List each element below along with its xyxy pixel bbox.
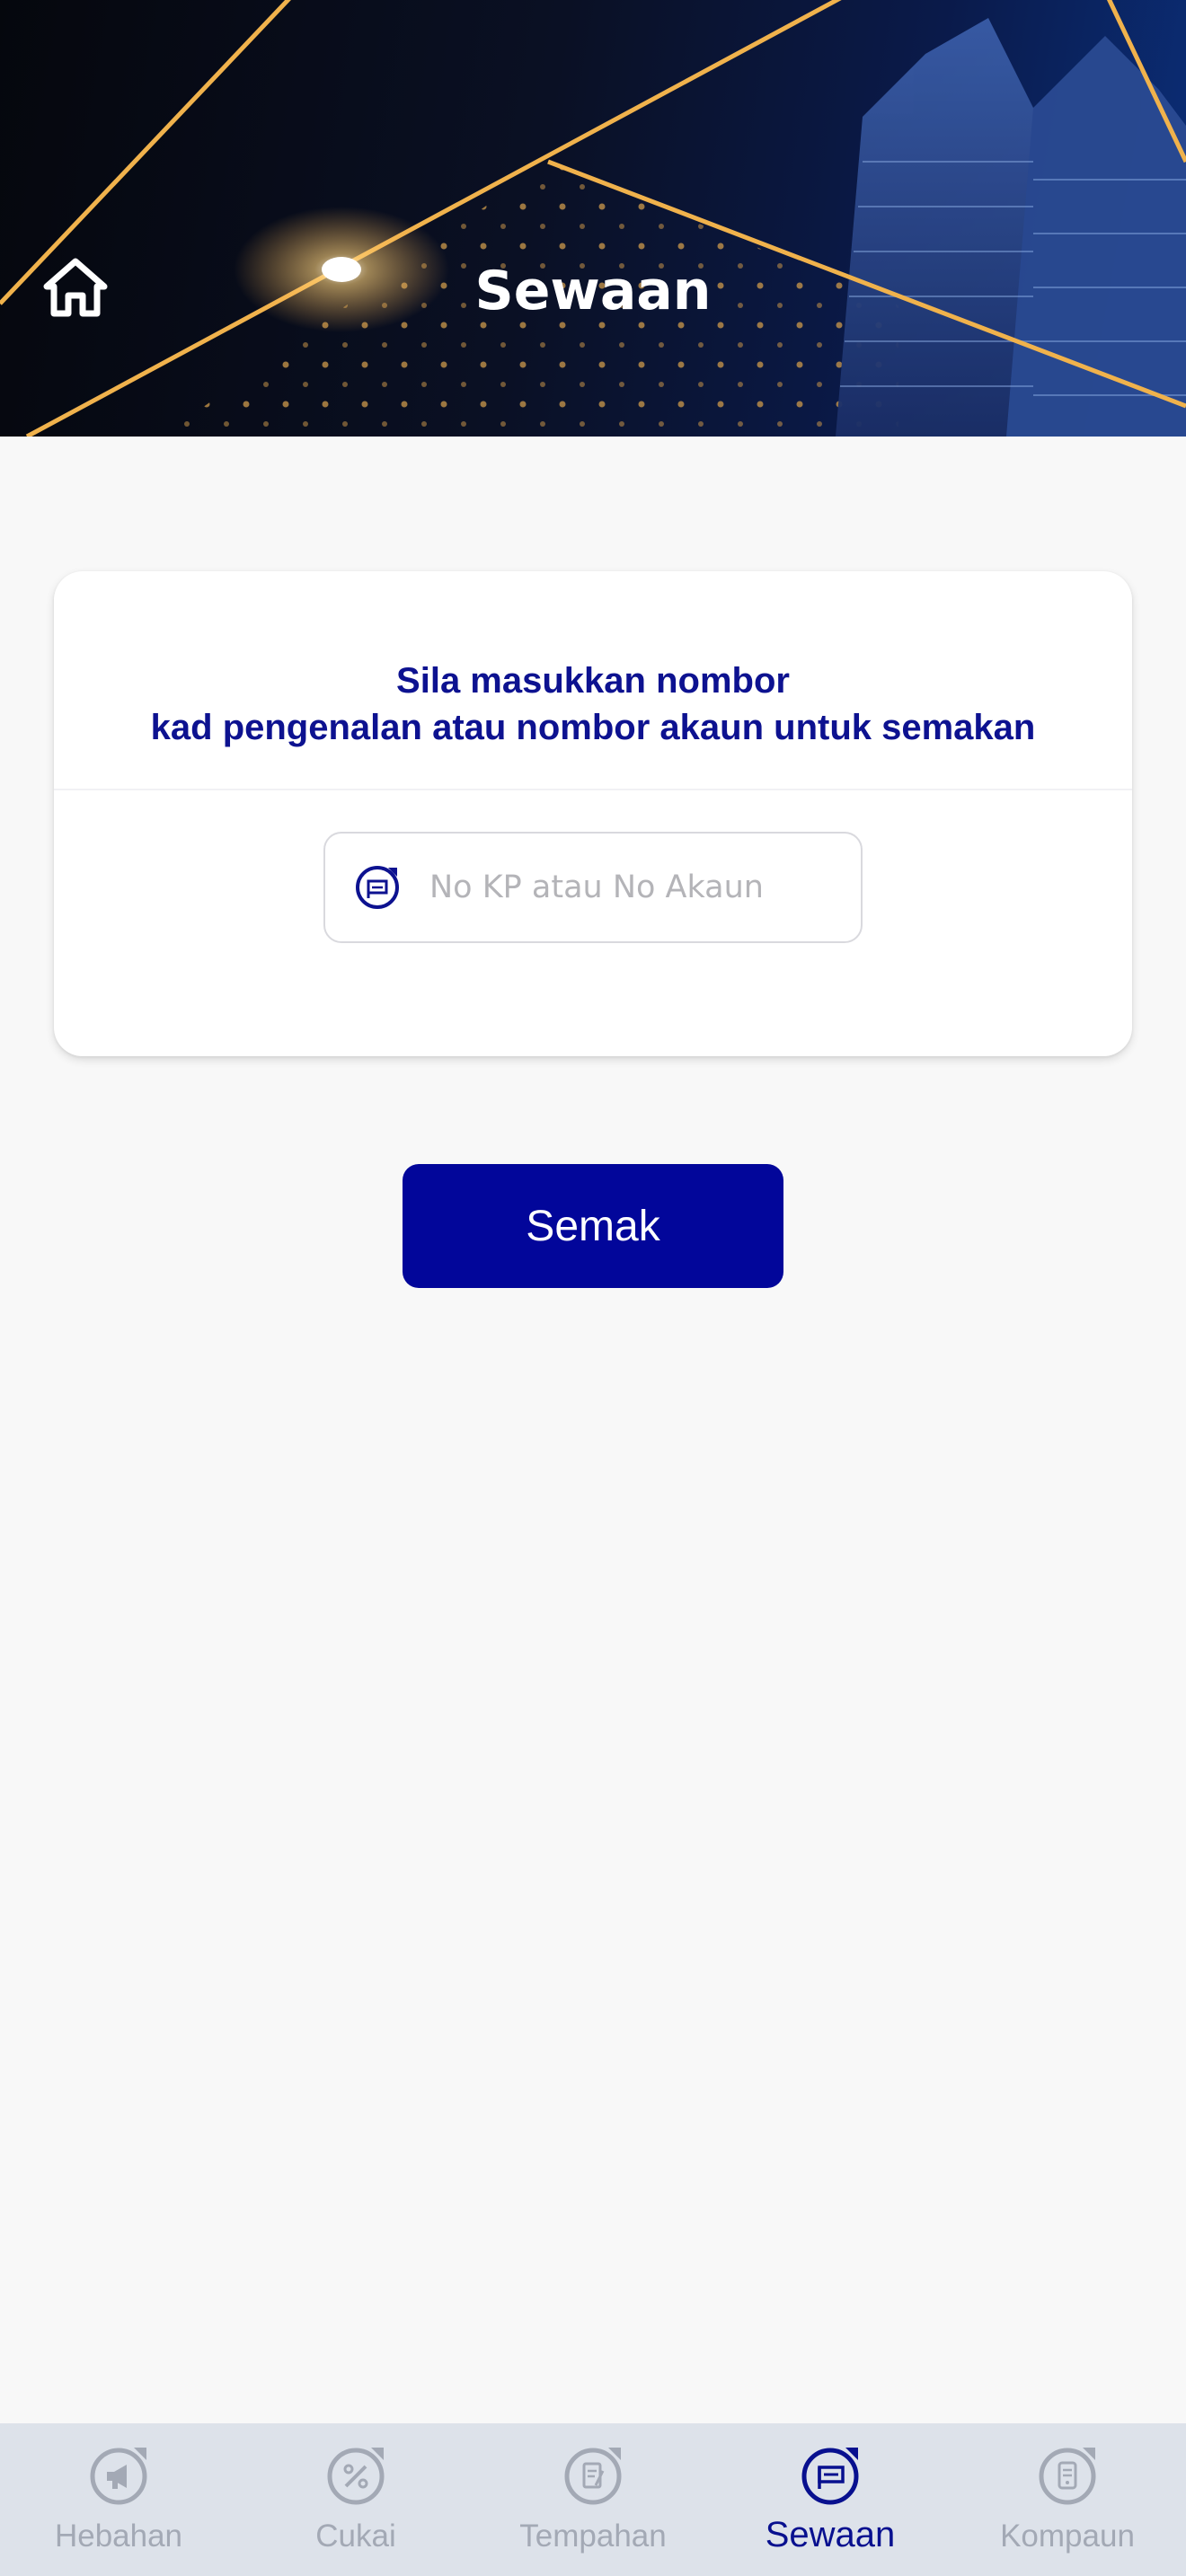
compound-icon	[1033, 2441, 1102, 2510]
nav-item-sewaan[interactable]: Sewaan	[712, 2423, 949, 2576]
megaphone-icon	[84, 2441, 153, 2510]
search-card: Sila masukkan nombor kad pengenalan atau…	[54, 571, 1132, 1056]
page-title: Sewaan	[474, 260, 712, 322]
tax-icon	[322, 2441, 390, 2510]
nav-item-hebahan[interactable]: Hebahan	[0, 2423, 237, 2576]
nav-item-kompaun[interactable]: Kompaun	[949, 2423, 1186, 2576]
nav-label: Hebahan	[54, 2519, 183, 2554]
nav-label: Kompaun	[1000, 2519, 1135, 2554]
nav-label: Sewaan	[765, 2515, 896, 2554]
rental-sign-icon	[354, 864, 401, 911]
header-banner: Sewaan	[0, 0, 1186, 437]
check-button[interactable]: Semak	[403, 1164, 783, 1288]
id-number-input[interactable]	[429, 869, 852, 905]
header-background-art	[0, 0, 1186, 437]
instruction-text: Sila masukkan nombor kad pengenalan atau…	[54, 657, 1132, 751]
booking-icon	[559, 2441, 627, 2510]
nav-item-tempahan[interactable]: Tempahan	[474, 2423, 712, 2576]
rental-sign-icon	[796, 2441, 864, 2510]
bottom-navigation: Hebahan Cukai Tempahan Sewaan Kompaun	[0, 2423, 1186, 2576]
id-number-field[interactable]	[323, 832, 863, 943]
nav-label: Cukai	[315, 2519, 396, 2554]
card-divider	[54, 789, 1132, 790]
nav-label: Tempahan	[519, 2519, 667, 2554]
instruction-line-1: Sila masukkan nombor	[396, 661, 790, 701]
nav-item-cukai[interactable]: Cukai	[237, 2423, 474, 2576]
instruction-line-2: kad pengenalan atau nombor akaun untuk s…	[150, 708, 1036, 747]
